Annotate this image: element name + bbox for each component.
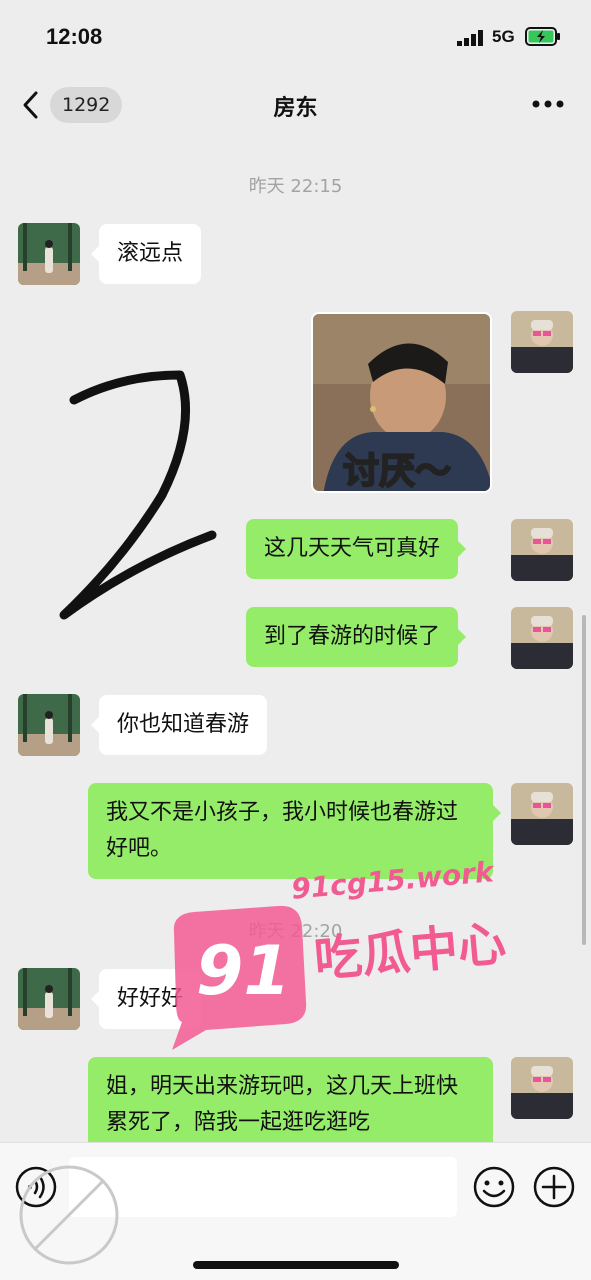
message-bubble-left[interactable]: 滚远点	[90, 224, 202, 284]
chat-title: 房东	[273, 96, 318, 121]
avatar[interactable]	[511, 783, 573, 845]
avatar[interactable]	[18, 223, 80, 285]
sticker-caption: 讨厌～	[342, 450, 452, 492]
more-icon[interactable]	[532, 98, 564, 110]
message-bubble-right[interactable]: 到了春游的时候了	[246, 607, 467, 667]
handwritten-z-mark	[59, 370, 217, 620]
scrollbar[interactable]	[582, 615, 586, 945]
message-bubble-left[interactable]: 你也知道春游	[90, 695, 268, 755]
avatar[interactable]	[511, 311, 573, 373]
battery-icon	[525, 27, 560, 46]
message-bubble-right[interactable]: 这几天天气可真好	[246, 519, 467, 579]
brand-watermark: 91 91cg15.work 吃瓜中心	[166, 855, 516, 1052]
status-bar: 12:08 5G	[0, 0, 591, 70]
emoji-icon[interactable]	[472, 1165, 516, 1209]
signal-icon	[457, 30, 483, 46]
status-time: 12:08	[46, 24, 103, 49]
timestamp: 昨天 22:15	[248, 176, 343, 197]
message-input[interactable]	[69, 1157, 457, 1217]
sticker-image[interactable]: 讨厌～	[311, 312, 492, 493]
home-indicator[interactable]	[193, 1261, 399, 1269]
avatar[interactable]	[18, 968, 80, 1030]
avatar[interactable]	[511, 1057, 573, 1119]
chat-header: 1292 房东	[0, 70, 591, 140]
avatar[interactable]	[511, 607, 573, 669]
avatar[interactable]	[511, 519, 573, 581]
watermark-number: 91	[196, 932, 291, 1011]
network-type: 5G	[492, 27, 515, 46]
avatar[interactable]	[18, 694, 80, 756]
stamp-watermark	[19, 1165, 119, 1265]
plus-icon[interactable]	[532, 1165, 576, 1209]
